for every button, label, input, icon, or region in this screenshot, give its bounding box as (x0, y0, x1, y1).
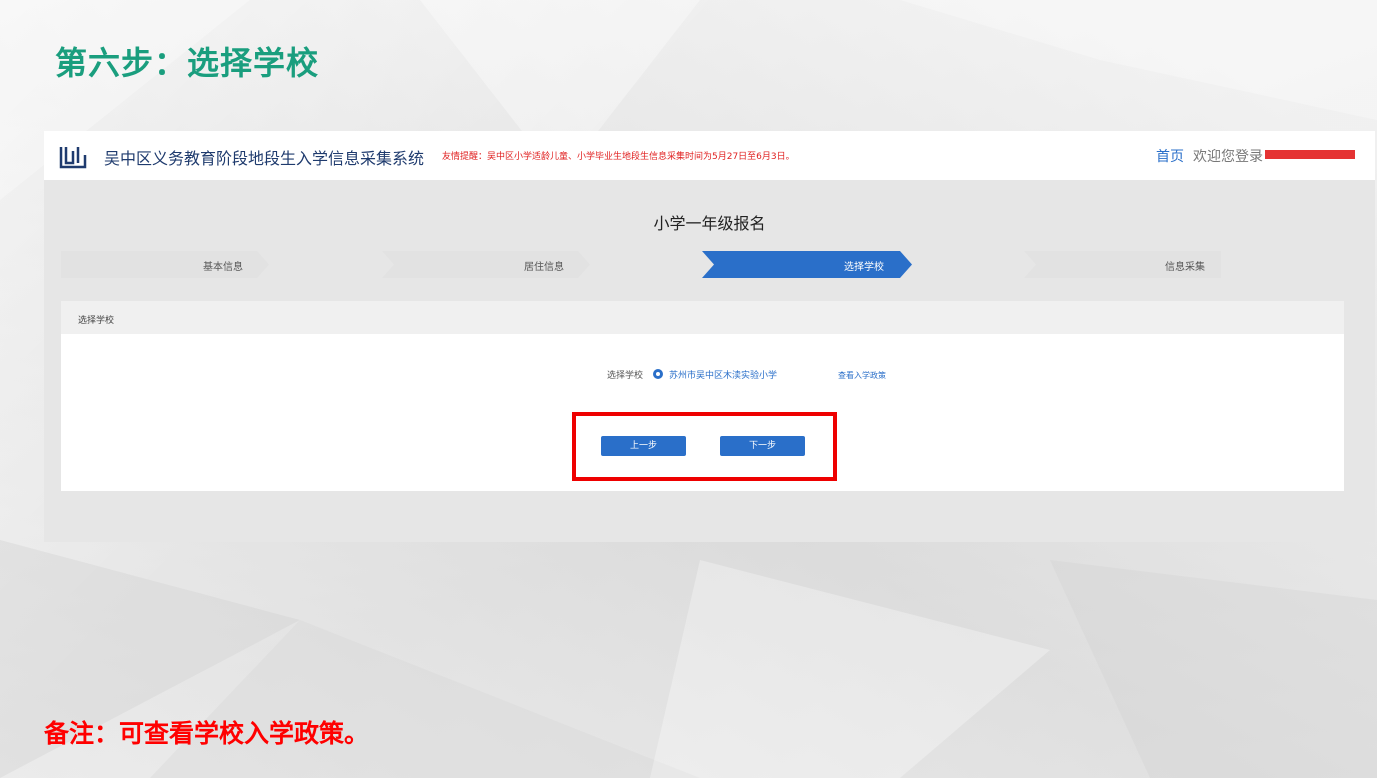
page-heading: 小学一年级报名 (653, 214, 766, 233)
step-info-collection: 信息采集 (1024, 251, 1221, 278)
school-field-label: 选择学校 (607, 371, 644, 381)
welcome-text: 欢迎您登录 (1193, 149, 1263, 165)
step-select-school: 选择学校 (702, 251, 912, 278)
school-radio-button[interactable] (653, 369, 663, 379)
step-basic-info: 基本信息 (61, 251, 269, 278)
reminder-notice: 友情提醒：吴中区小学适龄儿童、小学毕业生地段生信息采集时间为5月27日至6月3日… (442, 152, 795, 162)
slide-title: 第六步：选择学校 (55, 44, 320, 82)
step-label: 基本信息 (203, 262, 243, 273)
step-label: 居住信息 (524, 262, 564, 273)
panel-title: 选择学校 (78, 316, 115, 326)
step-progress-bar: 基本信息 居住信息 选择学校 信息采集 (61, 251, 1241, 278)
app-title: 吴中区义务教育阶段地段生入学信息采集系统 (104, 149, 425, 168)
step-label: 选择学校 (844, 262, 884, 273)
buttons-highlight-box (572, 412, 837, 481)
redacted-username (1265, 150, 1355, 159)
panel-header: 选择学校 (61, 301, 1344, 334)
home-link[interactable]: 首页 (1156, 146, 1184, 166)
book-logo-icon (59, 147, 87, 169)
slide-note: 备注：可查看学校入学政策。 (44, 719, 370, 748)
step-label: 信息采集 (1165, 262, 1205, 273)
slide-background: 第六步：选择学校 吴中区义务教育阶段地段生入学信息采集系统 友情提醒：吴中区小学… (0, 0, 1377, 778)
view-policy-link[interactable]: 查看入学政策 (838, 370, 886, 381)
step-residence-info: 居住信息 (382, 251, 590, 278)
school-option-label[interactable]: 苏州市吴中区木渎实验小学 (669, 368, 777, 381)
app-header: 吴中区义务教育阶段地段生入学信息采集系统 友情提醒：吴中区小学适龄儿童、小学毕业… (44, 131, 1375, 180)
